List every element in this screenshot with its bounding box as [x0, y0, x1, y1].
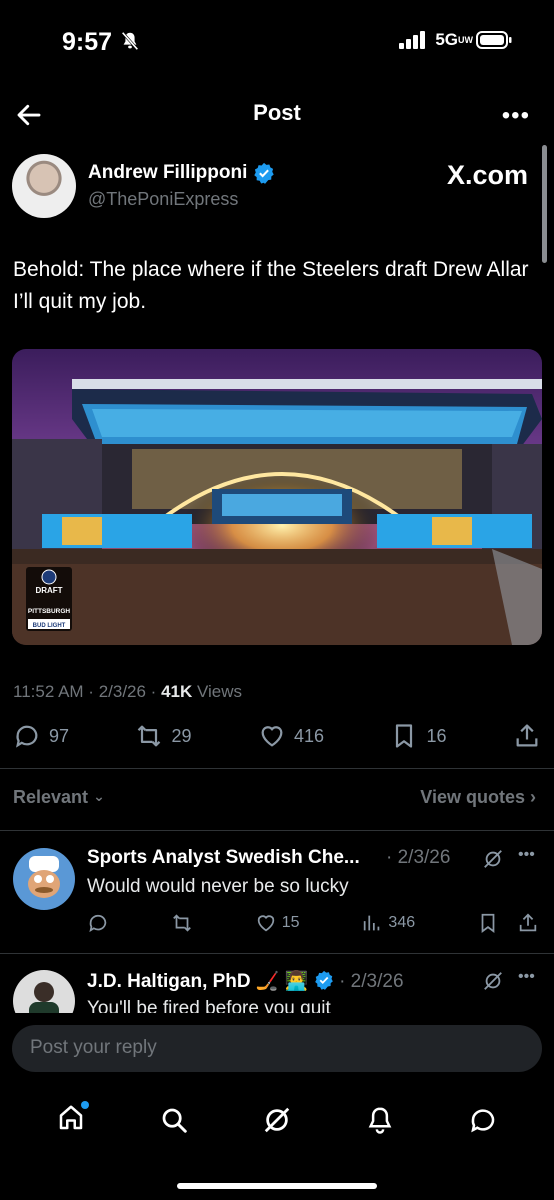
divider — [0, 830, 554, 831]
repost-icon — [138, 725, 161, 747]
views-count: 41K — [161, 682, 193, 701]
reply-text: You'll be fired before you quit — [87, 998, 331, 1014]
view-quotes-link[interactable]: View quotes › — [420, 787, 536, 808]
silent-bell-icon — [121, 31, 139, 51]
repost-count: 29 — [171, 725, 192, 746]
verified-badge-icon — [254, 162, 275, 184]
post-meta: 11:52 AM · 2/3/26 · 41K Views — [13, 682, 243, 701]
network-label: 5GUW — [435, 30, 473, 49]
bookmark-icon[interactable] — [477, 912, 499, 934]
draft-logo-text: DRAFT — [35, 586, 62, 595]
post-image[interactable]: DRAFT PITTSBURGH BUD LIGHT — [12, 349, 542, 645]
reply-count: 97 — [49, 725, 70, 746]
like-count: 15 — [281, 914, 300, 931]
views-count: 346 — [388, 914, 416, 931]
reply-actions: 15 346 — [87, 912, 539, 934]
author-handle[interactable]: @ThePoniExpress — [88, 189, 238, 210]
share-icon[interactable] — [517, 912, 539, 934]
like-button[interactable]: 15 — [255, 912, 300, 934]
bottom-tab-bar — [0, 1090, 554, 1150]
heart-icon — [257, 915, 274, 932]
city-logo-text: PITTSBURGH — [28, 608, 71, 615]
watermark-text: X.com — [446, 160, 528, 190]
chevron-right-icon: › — [530, 787, 536, 807]
reply-date: · 2/3/26 — [339, 971, 404, 992]
like-count: 416 — [293, 725, 325, 746]
status-time: 9:57 — [62, 28, 141, 57]
more-icon[interactable]: ••• — [502, 102, 530, 130]
battery-icon — [476, 31, 512, 49]
post-text: Behold: The place where if the Steelers … — [13, 258, 529, 313]
bookmark-count: 16 — [426, 725, 447, 746]
divider — [0, 768, 554, 769]
post-time: 11:52 AM — [13, 682, 84, 701]
signal-icon — [399, 31, 426, 49]
analytics-icon — [364, 915, 380, 931]
grok-icon[interactable] — [262, 1105, 292, 1135]
grok-icon[interactable] — [482, 848, 504, 870]
reply-date: · 2/3/26 — [386, 847, 451, 868]
repost-button[interactable]: 29 — [135, 722, 192, 750]
page-title: Post — [253, 100, 301, 125]
avatar[interactable] — [12, 154, 76, 218]
notification-dot — [81, 1100, 90, 1109]
author-emoji: 🏒 👨‍💻 — [255, 971, 309, 992]
share-button[interactable] — [513, 722, 541, 750]
notifications-bell-icon[interactable] — [365, 1105, 395, 1135]
sponsor-logo-text: BUD LIGHT — [33, 623, 66, 629]
reply-input[interactable]: Post your reply — [12, 1025, 542, 1072]
reply-more-icon[interactable]: ••• — [518, 968, 535, 986]
post-actions: 97 29 416 16 — [13, 722, 541, 750]
scrollbar[interactable] — [542, 145, 547, 263]
share-icon — [516, 724, 538, 747]
draft-stage-illustration: DRAFT PITTSBURGH BUD LIGHT — [12, 349, 542, 645]
reply-avatar[interactable] — [13, 848, 75, 910]
reply-text: Would would never be so lucky — [87, 876, 349, 897]
heart-icon — [261, 726, 283, 747]
reply-author-name[interactable]: Sports Analyst Swedish Che... — [87, 847, 360, 869]
author-name[interactable]: Andrew Fillipponi — [88, 162, 275, 184]
views-label: Views — [196, 682, 243, 701]
reply-button[interactable]: 97 — [13, 722, 69, 750]
reply-icon — [16, 725, 38, 748]
bookmark-button[interactable]: 16 — [390, 722, 447, 750]
reply-more-icon[interactable]: ••• — [518, 846, 535, 864]
grok-icon[interactable] — [482, 970, 504, 992]
bookmark-icon — [396, 724, 413, 748]
views-button[interactable]: 346 — [361, 912, 415, 934]
post-date: 2/3/26 — [98, 682, 146, 701]
reply-button[interactable] — [87, 912, 109, 934]
messages-icon[interactable] — [468, 1105, 498, 1135]
relevant-filter[interactable]: Relevant ⌄ — [13, 787, 105, 808]
repost-button[interactable] — [171, 912, 193, 934]
like-button[interactable]: 416 — [258, 722, 324, 750]
divider — [0, 953, 554, 954]
chevron-down-icon: ⌄ — [93, 788, 105, 804]
search-icon[interactable] — [159, 1105, 189, 1135]
status-icons: 5GUW — [399, 30, 512, 50]
verified-badge-icon — [314, 970, 333, 990]
tab-home[interactable] — [56, 1100, 90, 1138]
reply-icon — [89, 914, 107, 933]
repost-icon — [173, 914, 191, 932]
home-indicator[interactable] — [177, 1183, 377, 1189]
reply-author-name[interactable]: J.D. Haltigan, PhD 🏒 👨‍💻 · 2/3/26 — [87, 969, 404, 993]
